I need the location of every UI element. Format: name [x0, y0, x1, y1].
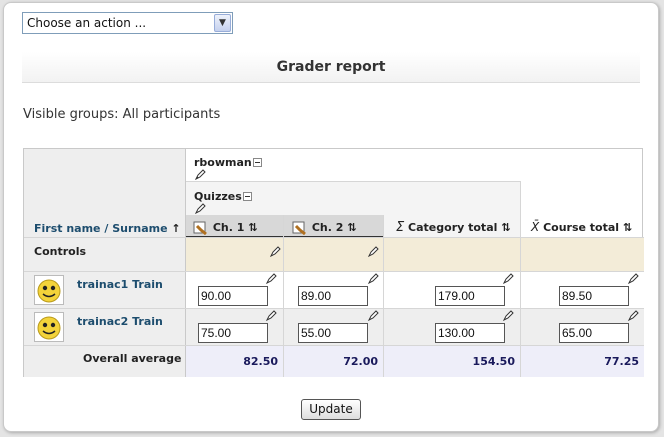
category-header: Quizzes — [194, 189, 252, 203]
collapse-toggle-icon[interactable] — [252, 158, 262, 167]
sort-first-name-link[interactable]: First name — [34, 222, 101, 235]
pencil-edit-icon[interactable] — [368, 310, 379, 321]
controls-row — [185, 238, 644, 271]
pencil-edit-icon[interactable] — [368, 246, 379, 257]
average-category-total: 154.50 — [472, 355, 515, 368]
column-header-category-total[interactable]: Σ Category total ⇅ — [396, 220, 510, 235]
student-name-link[interactable]: trainac2 Train — [77, 315, 163, 328]
column-category-total-label[interactable]: Category total — [408, 221, 497, 234]
category-name: Quizzes — [194, 190, 242, 203]
grade-input-ch2[interactable] — [298, 286, 368, 306]
grade-input-category-total[interactable] — [435, 323, 505, 343]
avatar[interactable] — [34, 312, 64, 342]
grade-input-course-total[interactable] — [559, 286, 629, 306]
mean-icon: X̄ — [531, 220, 540, 234]
pencil-edit-icon[interactable] — [195, 169, 206, 180]
average-course-total: 77.25 — [604, 355, 639, 368]
page-title: Grader report — [22, 52, 640, 83]
sort-toggle-icon[interactable]: ⇅ — [248, 221, 257, 234]
avatar[interactable] — [34, 275, 64, 305]
column-ch2-label[interactable]: Ch. 2 — [312, 221, 344, 234]
controls-label: Controls — [34, 245, 87, 258]
grade-input-ch1[interactable] — [198, 323, 268, 343]
sort-toggle-icon[interactable]: ⇅ — [501, 221, 510, 234]
column-course-total-label[interactable]: Course total — [543, 221, 619, 234]
pencil-edit-icon[interactable] — [266, 273, 277, 284]
pencil-edit-icon[interactable] — [368, 273, 379, 284]
update-button[interactable]: Update — [301, 399, 361, 420]
quiz-item-icon — [292, 221, 306, 235]
quiz-item-icon — [193, 221, 207, 235]
action-select[interactable]: Choose an action ... ▼ — [22, 12, 233, 34]
sort-toggle-icon[interactable]: ⇅ — [623, 221, 632, 234]
teacher-header: rbowman — [194, 155, 262, 169]
column-header-course-total[interactable]: X̄ Course total ⇅ — [531, 220, 632, 234]
column-header-ch2[interactable]: Ch. 2 ⇅ — [292, 220, 356, 235]
sort-surname-link[interactable]: Surname — [112, 222, 167, 235]
grade-input-course-total[interactable] — [559, 323, 629, 343]
grade-input-ch2[interactable] — [298, 323, 368, 343]
smiley-avatar-icon — [37, 279, 61, 303]
chevron-down-icon[interactable]: ▼ — [214, 14, 231, 32]
teacher-name: rbowman — [194, 156, 252, 169]
smiley-avatar-icon — [37, 316, 61, 340]
average-ch2: 72.00 — [343, 355, 378, 368]
pencil-edit-icon[interactable] — [628, 273, 639, 284]
grader-table: rbowman Quizzes First name / Surname ↑ C… — [23, 148, 644, 377]
pencil-edit-icon[interactable] — [266, 310, 277, 321]
pencil-edit-icon[interactable] — [503, 273, 514, 284]
pencil-edit-icon[interactable] — [270, 246, 281, 257]
pencil-edit-icon[interactable] — [628, 310, 639, 321]
column-ch1-label[interactable]: Ch. 1 — [213, 221, 245, 234]
collapse-toggle-icon[interactable] — [242, 192, 252, 201]
visible-groups-label: Visible groups: All participants — [23, 107, 221, 122]
pencil-edit-icon[interactable] — [195, 203, 206, 214]
overall-average-label: Overall average — [83, 352, 182, 365]
pencil-edit-icon[interactable] — [503, 310, 514, 321]
sort-toggle-icon[interactable]: ⇅ — [347, 221, 356, 234]
sigma-icon: Σ — [396, 220, 405, 235]
name-sort-header[interactable]: First name / Surname ↑ — [34, 221, 181, 235]
student-name-link[interactable]: trainac1 Train — [77, 278, 163, 291]
grade-input-category-total[interactable] — [435, 286, 505, 306]
average-ch1: 82.50 — [243, 355, 278, 368]
column-header-ch1[interactable]: Ch. 1 ⇅ — [193, 220, 257, 235]
grade-input-ch1[interactable] — [198, 286, 268, 306]
sort-ascending-icon[interactable]: ↑ — [171, 222, 180, 235]
action-select-value: Choose an action ... — [27, 16, 147, 30]
